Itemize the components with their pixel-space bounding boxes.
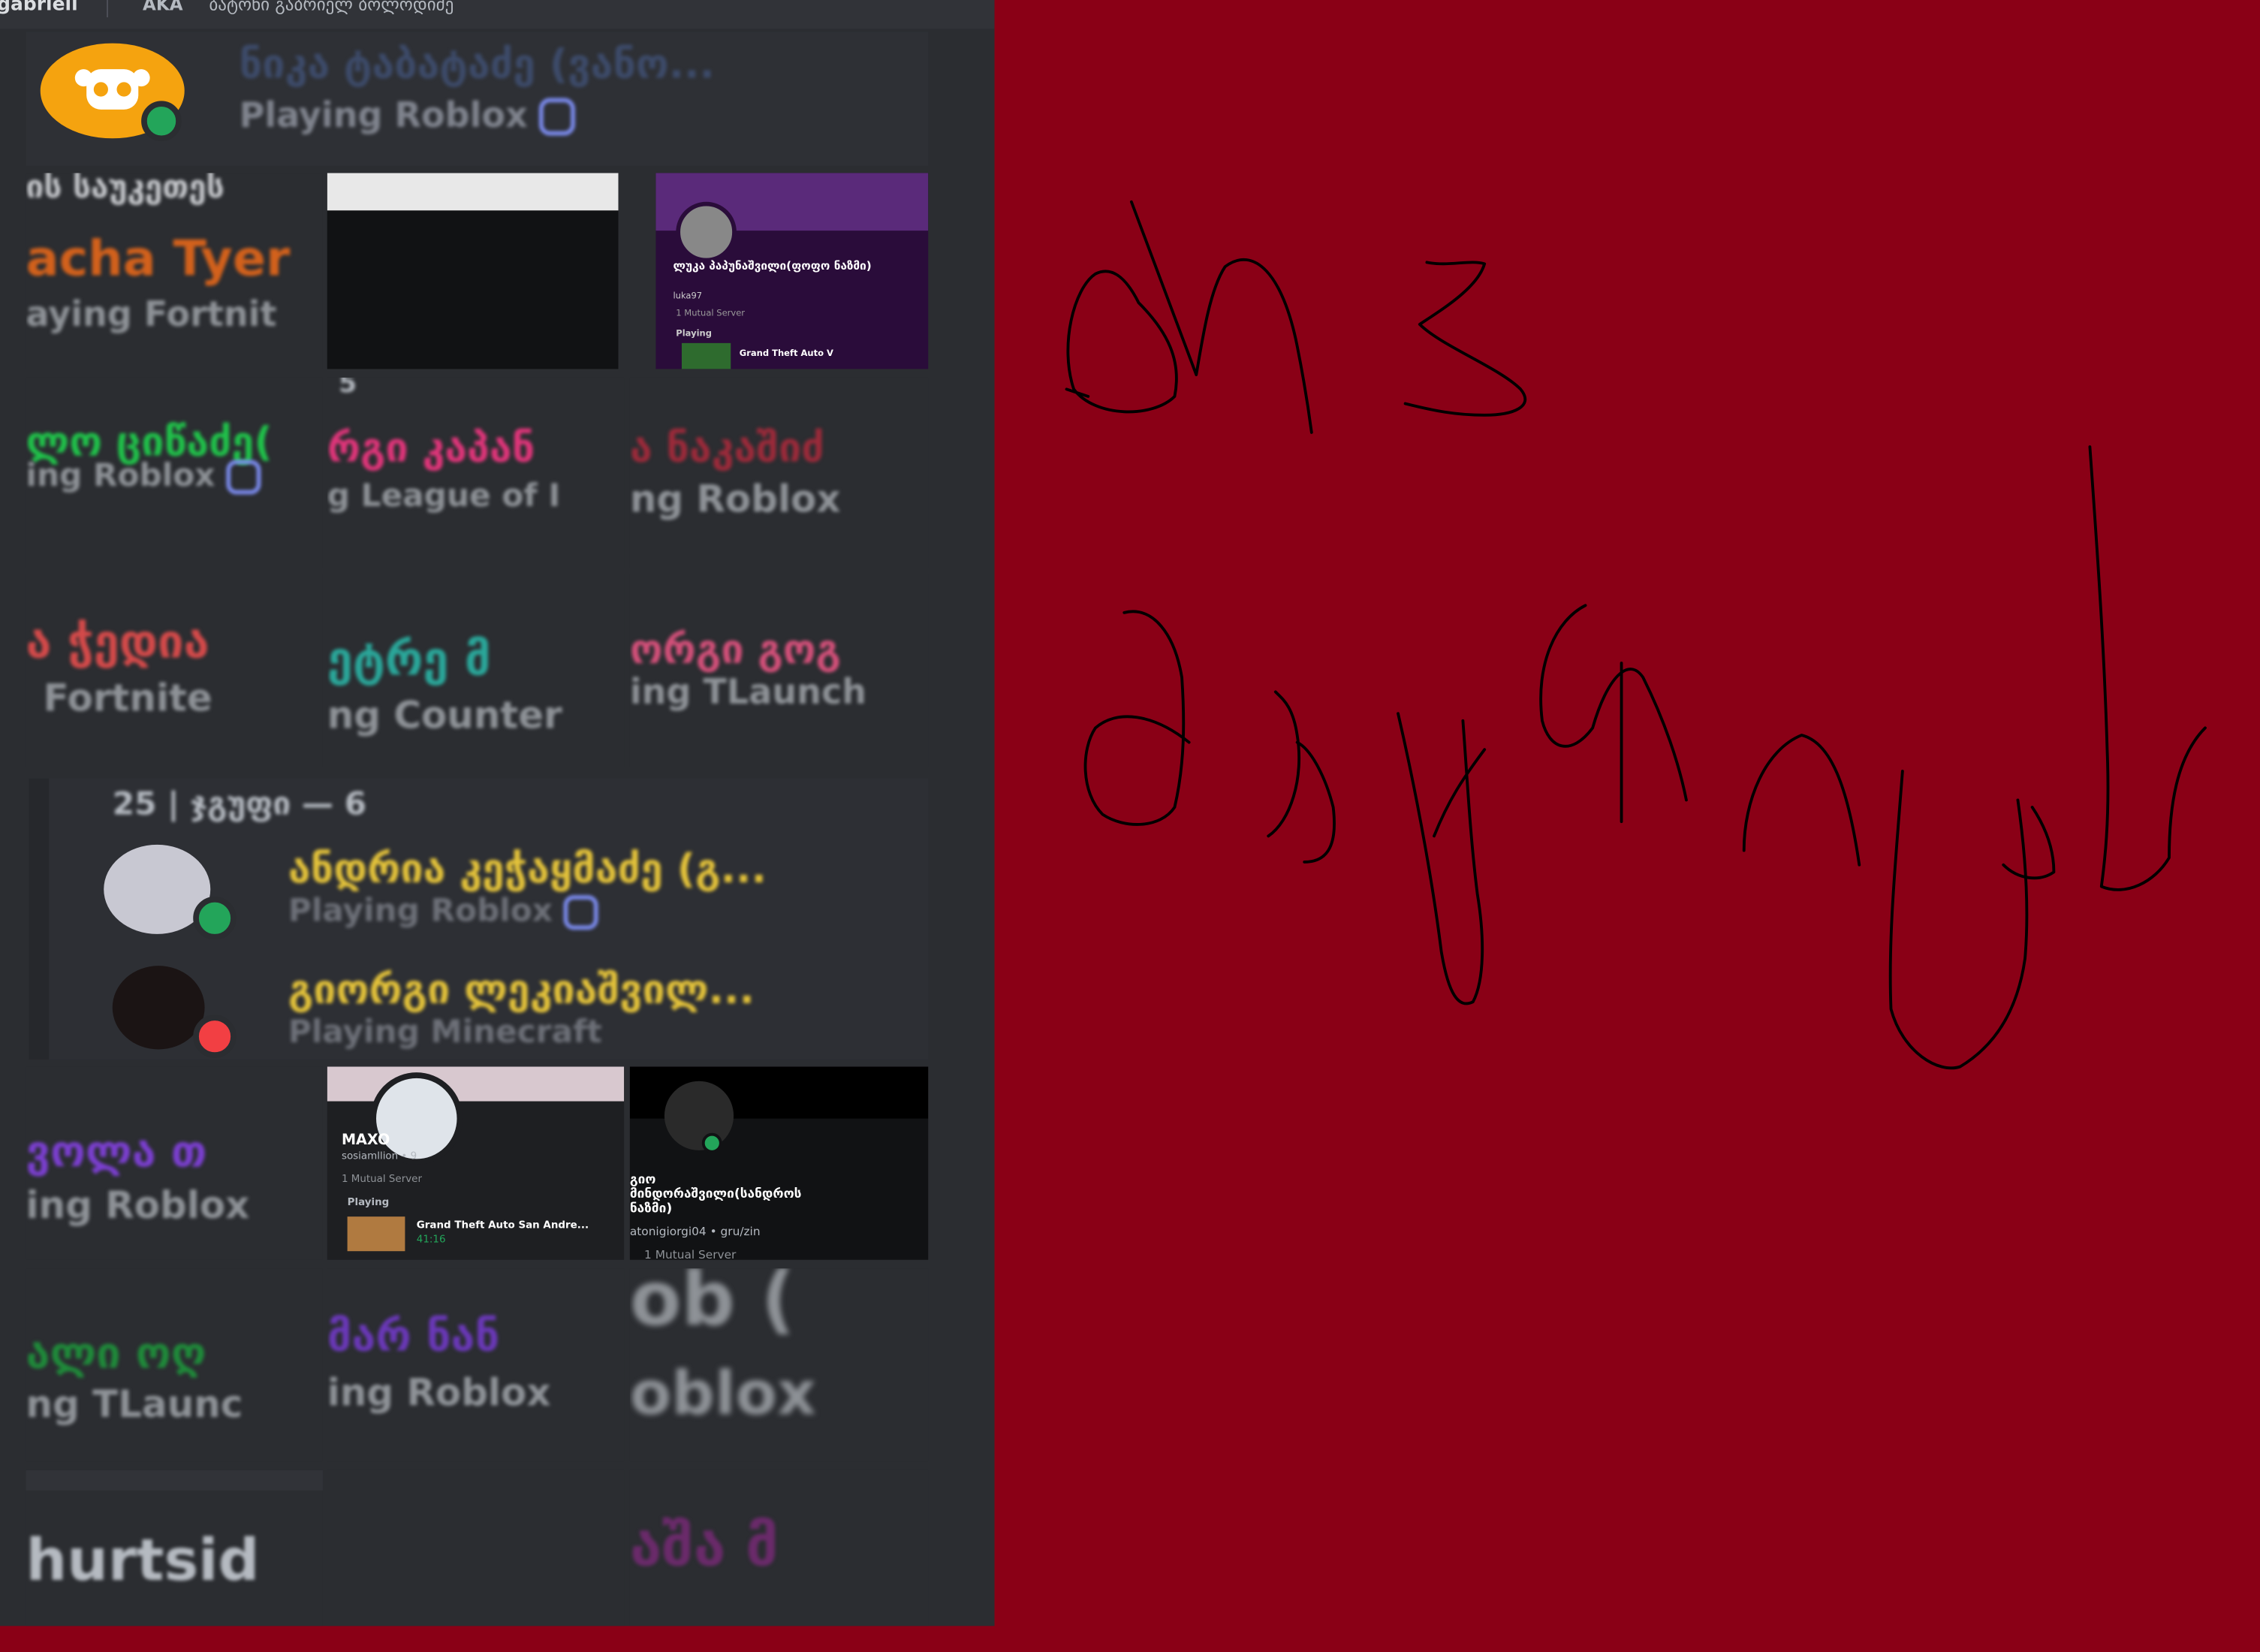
mini-profile-mutual: 1 Mutual Server bbox=[644, 1248, 737, 1260]
fragment-name: ალი ოღ bbox=[26, 1328, 206, 1380]
handwriting-stroke bbox=[1539, 604, 1688, 824]
member-activity: Playing Roblox bbox=[240, 95, 576, 135]
member-fragment[interactable]: 5 რგი კაპან g League of I bbox=[327, 377, 625, 568]
game-icon bbox=[681, 342, 731, 369]
fragment-activity: ng Roblox bbox=[629, 478, 841, 522]
member-name: ნიკა ტაბატაძე (ვანო... bbox=[239, 40, 715, 89]
fragment-name: ob ( bbox=[629, 1268, 796, 1344]
fragment-activity: ing Roblox bbox=[26, 458, 261, 494]
game-icon bbox=[347, 1216, 405, 1252]
member-fragment[interactable]: ორგი გოგ ing TLaunch bbox=[629, 574, 929, 767]
member-fragment[interactable]: ა ჭედია Fortnite bbox=[26, 574, 323, 767]
blank-panel-header bbox=[327, 173, 619, 211]
handwriting-stroke bbox=[1083, 610, 1191, 826]
handwriting-stroke bbox=[1066, 270, 1178, 414]
member-fragment[interactable]: ის საუკეთეს acha Tyer aying Fortnit bbox=[26, 173, 323, 369]
aka-label: AKA bbox=[143, 0, 183, 15]
fragment-activity: ing TLaunch bbox=[629, 671, 867, 713]
handwriting-stroke bbox=[1267, 690, 1336, 864]
handwriting-stroke bbox=[1397, 712, 1487, 1005]
member-activity: Playing Minecraft bbox=[288, 1014, 602, 1051]
fragment-name: acha Tyer bbox=[26, 231, 291, 288]
member-fragment[interactable]: hurtsid bbox=[26, 1470, 323, 1626]
profile-header: gabrieli AKA ბატონი გაბრიელ ბოლოდიძე bbox=[0, 0, 995, 29]
mini-profile-card[interactable]: MAXO sosiamllion • 9 1 Mutual Server Pla… bbox=[327, 1066, 625, 1260]
profile-alias: ბატონი გაბრიელ ბოლოდიძე bbox=[209, 0, 454, 15]
mini-profile-sub: sosiamllion • 9 bbox=[341, 1150, 417, 1162]
member-fragment[interactable]: ლო ციწაძე( ing Roblox bbox=[26, 377, 323, 568]
handwriting-stroke bbox=[1403, 261, 1527, 417]
game-time: 41:16 bbox=[416, 1234, 446, 1246]
mini-profile-section: Playing bbox=[347, 1196, 390, 1208]
fragment-name: hurtsid bbox=[26, 1527, 260, 1595]
member-fragment[interactable]: ეტრე მ ng Counter bbox=[327, 574, 625, 767]
mini-profile-section: Playing bbox=[676, 328, 713, 339]
avatar bbox=[112, 966, 205, 1050]
mini-profile-sub: luka97 bbox=[673, 291, 703, 302]
fragment-name: ორგი გოგ bbox=[629, 626, 841, 674]
group-header: 25 | ჯგუფი — 6 bbox=[112, 787, 367, 824]
member-name: ანდრია კეჭაყმაძე (გ... bbox=[288, 844, 767, 893]
blank-panel bbox=[327, 173, 619, 369]
mini-profile-name: ლუკა პაპუნაშვილი(ფოფო ნაზმი) bbox=[673, 259, 872, 273]
empty-tile bbox=[327, 1470, 625, 1626]
avatar bbox=[676, 201, 737, 263]
game-title: Grand Theft Auto V bbox=[739, 348, 833, 359]
fragment-name: მარ ნან bbox=[327, 1311, 500, 1363]
fragment-activity: g League of I bbox=[327, 478, 561, 515]
mini-profile-sub: atonigiorgi04 • gru/zin bbox=[629, 1225, 761, 1238]
handwriting-stroke bbox=[1742, 734, 1861, 867]
roblox-icon bbox=[226, 460, 261, 495]
handwriting-stroke bbox=[1888, 770, 2056, 1070]
member-fragment[interactable]: ა ნაკაშიძ ng Roblox bbox=[629, 377, 929, 568]
fragment-activity: Fortnite bbox=[43, 677, 212, 721]
fragment-activity: ing Roblox bbox=[327, 1372, 551, 1416]
member-card-top[interactable]: ნიკა ტაბატაძე (ვანო... Playing Roblox bbox=[26, 32, 929, 166]
online-status-icon bbox=[141, 101, 182, 142]
fragment-name: ვოლა თ bbox=[26, 1127, 207, 1178]
member-fragment[interactable]: ალი ოღ ng TLaunc bbox=[26, 1268, 323, 1462]
fragment-activity: aying Fortnit bbox=[26, 294, 277, 335]
header-divider bbox=[107, 0, 108, 18]
profile-banner bbox=[327, 1066, 625, 1102]
mini-profile-card[interactable]: გიო მინდორაშვილი(სანდროს ნაზმი) atonigio… bbox=[629, 1066, 929, 1260]
member-fragment[interactable]: ob ( oblox bbox=[629, 1268, 929, 1462]
fragment-activity: ng Counter bbox=[327, 695, 562, 738]
discord-collage: gabrieli AKA ბატონი გაბრიელ ბოლოდიძე ნიკ… bbox=[0, 0, 995, 1626]
game-title: Grand Theft Auto San Andre... bbox=[416, 1219, 589, 1231]
member-fragment[interactable]: აშა მ bbox=[629, 1470, 929, 1626]
fragment-activity: oblox bbox=[629, 1358, 817, 1429]
fragment-name: ეტრე მ bbox=[327, 631, 491, 686]
profile-username: gabrieli bbox=[0, 0, 78, 17]
roblox-icon bbox=[564, 895, 598, 930]
number-label: 5 bbox=[339, 377, 357, 399]
fragment-name: ა ნაკაშიძ bbox=[629, 424, 824, 472]
online-status-icon bbox=[193, 896, 237, 940]
handwriting-drawing bbox=[1065, 200, 2207, 1070]
mini-profile-name: გიო მინდორაშვილი(სანდროს ნაზმი) bbox=[629, 1173, 802, 1217]
member-activity: Playing Roblox bbox=[288, 894, 598, 930]
dnd-status-icon bbox=[193, 1014, 237, 1058]
fragment-activity: ing Roblox bbox=[26, 1184, 250, 1228]
roblox-icon bbox=[539, 98, 576, 135]
mini-profile-mutual: 1 Mutual Server bbox=[341, 1173, 422, 1185]
mini-profile-name: MAXO bbox=[341, 1132, 390, 1149]
fragment-activity: ng TLaunc bbox=[26, 1383, 243, 1427]
handwriting-stroke bbox=[1129, 200, 1313, 434]
fragment-name: რგი კაპან bbox=[327, 424, 535, 472]
group-accent-bar bbox=[29, 778, 50, 1060]
fragment-name: აშა მ bbox=[629, 1513, 779, 1580]
member-fragment[interactable]: ვოლა თ ing Roblox bbox=[26, 1066, 323, 1260]
member-fragment[interactable]: მარ ნან ing Roblox bbox=[327, 1268, 625, 1462]
handwriting-stroke bbox=[2088, 445, 2207, 891]
online-status-icon bbox=[701, 1132, 722, 1153]
fragment-name: ა ჭედია bbox=[26, 613, 209, 669]
mini-profile-card[interactable]: ლუკა პაპუნაშვილი(ფოფო ნაზმი) luka97 1 Mu… bbox=[655, 173, 929, 369]
avatar bbox=[664, 1081, 734, 1150]
member-name: გიორგი ლეკიაშვილ... bbox=[288, 966, 755, 1014]
fragment-name: ის საუკეთეს bbox=[26, 173, 224, 206]
row-divider bbox=[26, 1470, 323, 1491]
mini-profile-mutual: 1 Mutual Server bbox=[676, 308, 746, 319]
group-card[interactable]: 25 | ჯგუფი — 6 ანდრია კეჭაყმაძე (გ... Pl… bbox=[29, 778, 929, 1060]
